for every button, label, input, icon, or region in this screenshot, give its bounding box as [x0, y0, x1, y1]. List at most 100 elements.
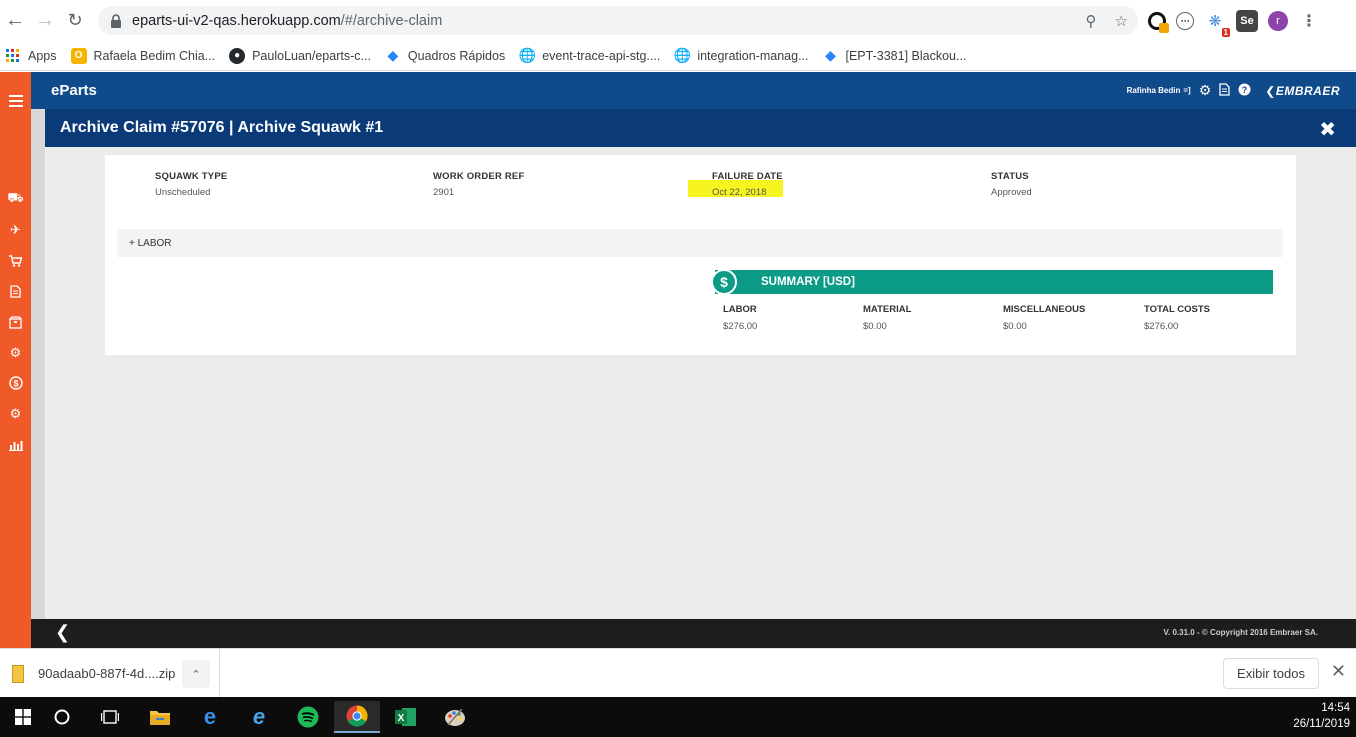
cart-icon[interactable]	[0, 250, 31, 272]
excel-icon[interactable]: X	[383, 701, 429, 733]
clock-time: 14:54	[1321, 702, 1350, 714]
app-brand[interactable]: eParts	[51, 82, 97, 99]
user-name[interactable]: Rafinha Bedin	[1127, 86, 1181, 95]
close-icon[interactable]: ✖	[1319, 117, 1336, 142]
bookmark-item[interactable]: 🌐 integration-manag...	[674, 47, 809, 64]
bookmark-item[interactable]: 🌐 event-trace-api-stg....	[518, 47, 660, 64]
dollar-circle-icon[interactable]: $	[0, 372, 31, 394]
topbar-user-area: Rafinha Bedin =] ⚙ ? ❮EMBRAER	[1127, 72, 1340, 109]
file-explorer-icon[interactable]	[137, 701, 183, 733]
bookmark-label: Rafaela Bedim Chia...	[93, 48, 216, 63]
bookmark-item[interactable]: ◆ Quadros Rápidos	[385, 47, 506, 64]
app-topbar: eParts Rafinha Bedin =] ⚙ ? ❮EMBRAER	[31, 72, 1356, 109]
document-icon[interactable]	[1219, 83, 1230, 98]
field-value: 2901	[433, 187, 455, 198]
globe-icon: 🌐	[518, 47, 536, 63]
field-squawk-type: SQUAWK TYPE Unscheduled	[155, 171, 227, 198]
left-nav-rail: ⛟ ✈ ⚙ $ ⚙︎	[0, 72, 31, 648]
summary-header: SUMMARY [USD]	[715, 270, 1273, 294]
field-label: WORK ORDER REF	[433, 171, 525, 182]
chrome-icon[interactable]	[334, 701, 380, 733]
edge-browser-icon[interactable]: e	[187, 701, 233, 733]
squawk-card: SQUAWK TYPE Unscheduled WORK ORDER REF 2…	[105, 155, 1296, 355]
svg-text:$: $	[13, 379, 18, 389]
spotify-icon[interactable]	[285, 701, 331, 733]
task-view-icon[interactable]	[87, 701, 133, 733]
internet-explorer-icon[interactable]: e	[236, 701, 282, 733]
document-icon[interactable]	[0, 280, 31, 302]
gears-icon[interactable]: ⚙︎	[0, 403, 31, 425]
zoom-icon[interactable]: ⚲	[1086, 12, 1097, 30]
summary-value: $0.00	[1003, 321, 1027, 332]
bookmark-label: Apps	[28, 48, 57, 63]
download-bar: 90adaab0-887f-4d....zip ⌃ Exibir todos ✕	[0, 648, 1356, 698]
forward-arrow-icon[interactable]: →	[30, 6, 60, 36]
gear-icon[interactable]: ⚙	[0, 342, 31, 364]
windows-taskbar: e e X 14:54 26/11/2019	[0, 697, 1356, 737]
profile-avatar-icon[interactable]: r	[1268, 11, 1288, 31]
search-circle-icon[interactable]	[39, 701, 85, 733]
system-clock[interactable]: 14:54 26/11/2019	[1293, 700, 1350, 732]
package-icon[interactable]	[0, 311, 31, 333]
chevron-up-icon[interactable]: ⌃	[182, 660, 210, 688]
embraer-logo: ❮EMBRAER	[1265, 84, 1340, 98]
bookmark-item[interactable]: ◆ [EPT-3381] Blackou...	[823, 47, 967, 64]
chrome-menu-icon[interactable]: ⋮	[1298, 10, 1320, 32]
chevron-left-icon[interactable]: ❮	[55, 622, 70, 643]
summary-label: LABOR	[723, 304, 757, 315]
download-filename: 90adaab0-887f-4d....zip	[38, 666, 176, 681]
jira-diamond-icon: ◆	[825, 47, 836, 63]
plane-icon[interactable]: ✈	[0, 219, 31, 241]
modal-body: SQUAWK TYPE Unscheduled WORK ORDER REF 2…	[45, 147, 1356, 619]
browser-toolbar: ← → ↻ eparts-ui-v2-qas.herokuapp.com/#/a…	[0, 0, 1356, 41]
extension-translate-icon[interactable]: ❋ 1	[1204, 10, 1230, 37]
modal-title: Archive Claim #57076 | Archive Squawk #1	[60, 119, 384, 136]
labor-expand-toggle[interactable]: + LABOR	[117, 229, 1283, 257]
field-label: STATUS	[991, 171, 1029, 182]
url-host: eparts-ui-v2-qas.herokuapp.com	[132, 12, 341, 29]
summary-total-costs: TOTAL COSTS $276.00	[1144, 304, 1210, 332]
bookmark-item[interactable]: O Rafaela Bedim Chia...	[70, 47, 216, 64]
close-icon[interactable]: ✕	[1331, 661, 1346, 682]
bookmarks-bar: Apps O Rafaela Bedim Chia... ● PauloLuan…	[0, 41, 1356, 71]
field-value: Approved	[991, 187, 1032, 198]
show-all-downloads-button[interactable]: Exibir todos	[1223, 658, 1319, 689]
address-bar[interactable]: eparts-ui-v2-qas.herokuapp.com/#/archive…	[98, 6, 1138, 35]
back-arrow-icon[interactable]: ←	[0, 6, 30, 36]
extension-selenium-icon[interactable]: Se	[1236, 10, 1258, 32]
menu-icon[interactable]	[0, 90, 31, 112]
embraer-chevron-icon: ❮	[1265, 83, 1276, 98]
bookmark-item[interactable]: ● PauloLuan/eparts-c...	[229, 47, 371, 64]
bookmark-label: [EPT-3381] Blackou...	[845, 48, 967, 63]
truck-icon[interactable]: ⛟	[0, 188, 31, 210]
app-footer: ❮ V. 0.31.0 - © Copyright 2016 Embraer S…	[31, 619, 1356, 648]
eparts-app: ⛟ ✈ ⚙ $ ⚙︎ eParts Rafinha Bedin =] ⚙ ? ❮…	[0, 72, 1356, 648]
github-icon: ●	[229, 47, 246, 64]
dollar-icon: $	[711, 269, 737, 295]
field-work-order-ref: WORK ORDER REF 2901	[433, 171, 524, 198]
field-label: SQUAWK TYPE	[155, 171, 228, 182]
bookmark-apps[interactable]: Apps	[5, 48, 57, 64]
clock-date: 26/11/2019	[1293, 718, 1350, 730]
bookmark-o-icon: O	[70, 47, 87, 64]
help-icon[interactable]: ?	[1238, 83, 1251, 98]
bookmark-star-icon[interactable]: ☆	[1115, 12, 1128, 30]
background-panel-edge	[31, 109, 45, 619]
summary-value: $276.00	[1144, 321, 1179, 332]
copyright-text: V. 0.31.0 - © Copyright 2016 Embraer SA.	[1163, 628, 1318, 637]
svg-text:?: ?	[1242, 85, 1248, 95]
bookmark-label: Quadros Rápidos	[407, 48, 506, 63]
extension-ring-icon[interactable]	[1148, 12, 1169, 33]
settings-gear-icon[interactable]: ⚙	[1199, 82, 1212, 99]
paint-palette-icon[interactable]	[432, 701, 478, 733]
summary-label: MISCELLANEOUS	[1003, 304, 1086, 315]
field-status: STATUS Approved	[991, 171, 1032, 198]
jira-diamond-icon: ◆	[387, 47, 399, 63]
bar-chart-icon[interactable]	[0, 434, 31, 456]
extension-circle-icon[interactable]: ⋯	[1176, 12, 1194, 30]
summary-label: TOTAL COSTS	[1144, 304, 1210, 315]
reload-icon[interactable]: ↻	[60, 6, 90, 36]
field-label: FAILURE DATE	[712, 171, 783, 182]
summary-miscellaneous: MISCELLANEOUS $0.00	[1003, 304, 1085, 332]
zip-file-icon	[12, 664, 24, 683]
